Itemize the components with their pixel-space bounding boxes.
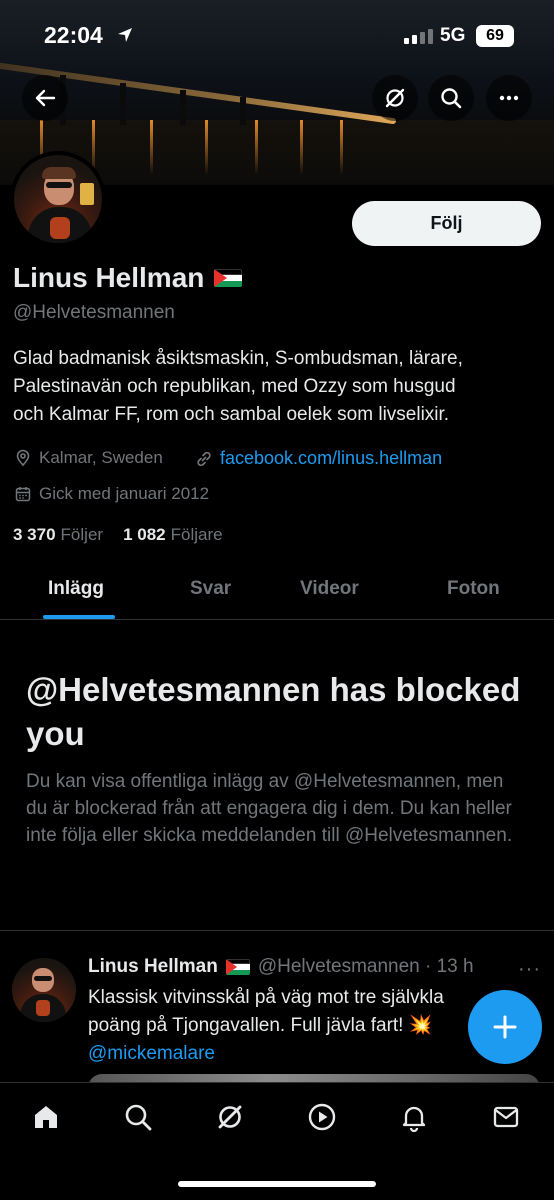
tweet-text-line: Klassisk vitvinsskål på väg mot tre själ… — [88, 987, 444, 1008]
followers-label: Följare — [170, 525, 223, 544]
palestine-flag-icon — [225, 959, 250, 975]
mail-icon — [493, 1106, 519, 1128]
banner-pier — [120, 83, 126, 125]
grok-button[interactable] — [372, 75, 418, 121]
banner-light-reflection — [255, 120, 258, 175]
bio-line: Palestinavän och republikan, med Ozzy so… — [13, 376, 456, 397]
search-icon — [441, 88, 462, 109]
status-bar: 22:04 5G 69 — [0, 0, 554, 72]
battery-icon: 69 — [476, 25, 514, 47]
nav-grok[interactable] — [214, 1101, 246, 1133]
blocked-title: @Helvetesmannen has blocked you — [26, 671, 521, 752]
bell-icon — [402, 1106, 426, 1132]
joined-text: Gick med januari 2012 — [39, 484, 210, 503]
more-icon — [499, 95, 519, 101]
followers-count: 1 082 — [123, 525, 166, 544]
calendar-icon — [13, 484, 33, 504]
palestine-flag-icon — [214, 269, 243, 287]
tweet-header: Linus Hellman @Helvetesmannen · 13 h — [88, 956, 474, 978]
more-button[interactable] — [486, 75, 532, 121]
home-indicator — [178, 1181, 376, 1187]
location-pin-icon — [13, 448, 33, 468]
nav-video[interactable] — [306, 1101, 338, 1133]
back-arrow-icon — [35, 89, 56, 107]
banner-light-reflection — [150, 120, 153, 175]
grok-icon — [385, 88, 405, 108]
banner-light-reflection — [300, 120, 303, 175]
video-play-icon — [308, 1103, 336, 1131]
profile-joined: Gick med januari 2012 — [13, 484, 209, 504]
tab-posts[interactable]: Inlägg — [48, 578, 104, 600]
location-arrow-icon — [118, 28, 132, 42]
tweet-avatar[interactable] — [12, 958, 76, 1022]
profile-handle: @Helvetesmannen — [13, 302, 175, 323]
banner-pier — [240, 97, 246, 125]
bio-line: och Kalmar FF, rom och sambal oelek som … — [13, 404, 450, 425]
profile-name: Linus Hellman — [13, 262, 205, 293]
tab-photos[interactable]: Foton — [447, 578, 500, 600]
home-icon — [35, 1106, 57, 1128]
tweet-more-icon[interactable]: ··· — [518, 958, 541, 981]
plus-icon — [493, 1015, 517, 1039]
tweet-author-name[interactable]: Linus Hellman — [88, 956, 218, 978]
followers-stat[interactable]: 1 082 Följare — [123, 525, 223, 545]
location-text: Kalmar, Sweden — [39, 448, 163, 467]
following-label: Följer — [60, 525, 104, 544]
profile-stats: 3 370 Följer 1 082 Följare — [13, 525, 223, 545]
banner-light-reflection — [340, 120, 343, 175]
profile-bio: Glad badmanisk åsiktsmaskin, S-ombudsman… — [13, 345, 543, 429]
banner-light-reflection — [205, 120, 208, 175]
follow-button[interactable]: Följ — [352, 201, 541, 246]
search-icon — [125, 1104, 152, 1131]
back-button[interactable] — [22, 75, 68, 121]
blocked-description: Du kan visa offentliga inlägg av @Helvet… — [26, 771, 513, 846]
active-tab-indicator — [43, 615, 115, 619]
tab-replies[interactable]: Svar — [190, 578, 231, 600]
compose-button[interactable] — [468, 990, 542, 1064]
status-time: 22:04 — [44, 22, 103, 48]
network-label: 5G — [440, 25, 466, 46]
profile-name-row: Linus Hellman — [13, 262, 243, 294]
nav-messages[interactable] — [490, 1101, 522, 1133]
tab-videos[interactable]: Videor — [300, 578, 359, 600]
profile-location: Kalmar, Sweden — [13, 448, 163, 468]
following-count: 3 370 — [13, 525, 56, 544]
profile-avatar[interactable] — [10, 151, 106, 247]
following-stat[interactable]: 3 370 Följer — [13, 525, 103, 545]
link-icon — [194, 449, 214, 469]
tweet-text[interactable]: Klassisk vitvinsskål på väg mot tre själ… — [88, 984, 488, 1068]
tweet-handle-time: @Helvetesmannen · 13 h — [257, 956, 474, 977]
profile-tabs: Inlägg Svar Videor Foton — [0, 560, 554, 620]
divider — [0, 930, 554, 931]
nav-home[interactable] — [30, 1101, 62, 1133]
link-text[interactable]: facebook.com/linus.hellman — [220, 448, 442, 469]
signal-icon — [404, 28, 433, 44]
search-button[interactable] — [428, 75, 474, 121]
tweet-text-line: poäng på Tjongavallen. Full jävla fart! … — [88, 1015, 433, 1036]
bio-line: Glad badmanisk åsiktsmaskin, S-ombudsman… — [13, 348, 463, 369]
banner-pier — [180, 90, 186, 125]
nav-notifications[interactable] — [398, 1101, 430, 1133]
profile-link[interactable]: facebook.com/linus.hellman — [194, 448, 442, 469]
grok-icon — [218, 1105, 242, 1129]
tweet-mention[interactable]: @mickemalare — [88, 1040, 488, 1068]
nav-search[interactable] — [122, 1101, 154, 1133]
